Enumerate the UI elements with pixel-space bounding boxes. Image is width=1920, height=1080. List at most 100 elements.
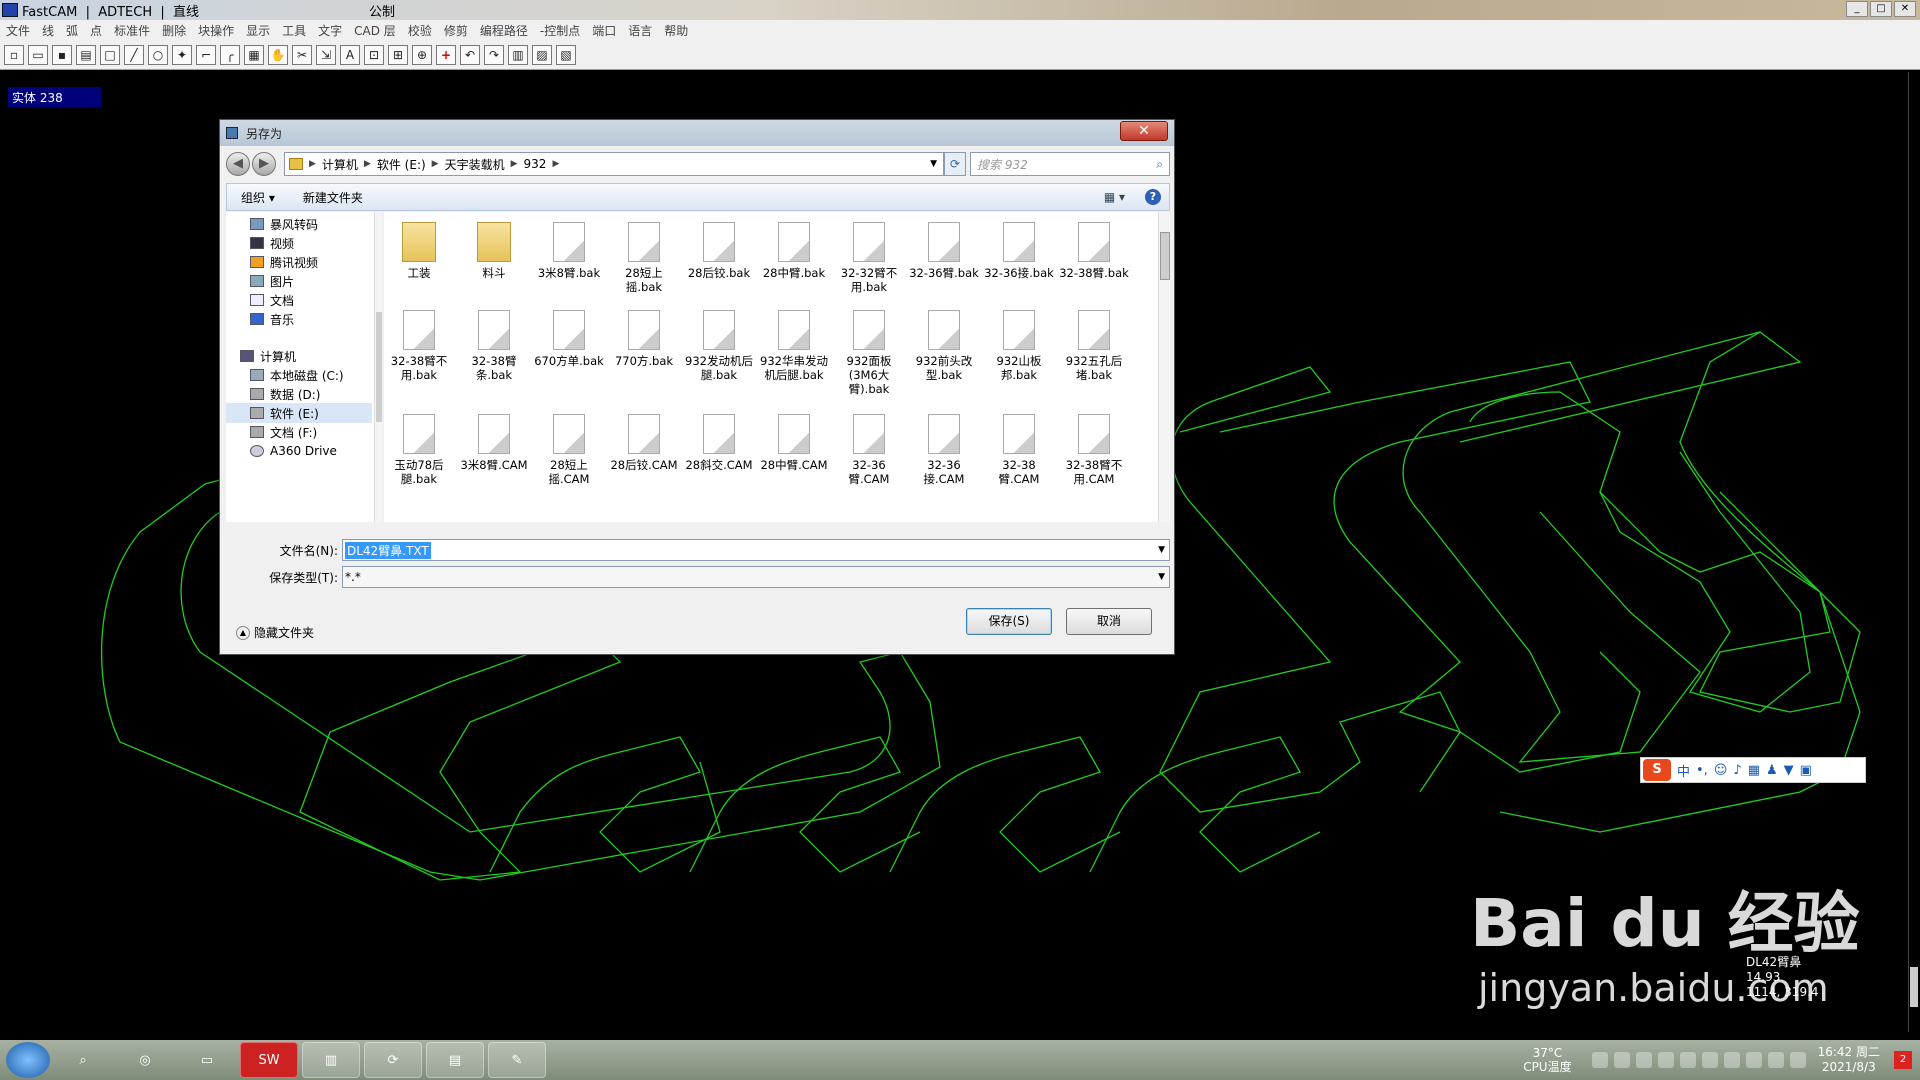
menu-control-points[interactable]: -控制点 (534, 22, 586, 39)
file-item[interactable]: 28短上摇.bak (609, 222, 679, 294)
canvas-vertical-scrollbar[interactable] (1908, 72, 1918, 1032)
filename-input[interactable]: DL42臂鼻.TXT ▼ (342, 539, 1170, 561)
scrollbar-thumb[interactable] (376, 312, 382, 422)
shirt-icon[interactable]: ▼ (1784, 763, 1794, 778)
nav-item-tencent-video[interactable]: 腾讯视频 (250, 252, 318, 272)
menu-standard-parts[interactable]: 标准件 (108, 22, 156, 39)
paint-icon[interactable]: ✎ (488, 1042, 546, 1078)
tray-app-icon[interactable] (1745, 1052, 1762, 1068)
menu-delete[interactable]: 删除 (156, 22, 192, 39)
minimize-button[interactable]: _ (1846, 1, 1868, 17)
fastcam-icon[interactable]: ▤ (426, 1042, 484, 1078)
nav-item-drive-e[interactable]: 软件 (E:) (226, 403, 372, 423)
print-icon[interactable]: ▤ (76, 44, 96, 65)
file-item[interactable]: 28中臂.bak (759, 222, 829, 280)
file-item[interactable]: 932五孔后堵.bak (1059, 310, 1129, 382)
file-item[interactable]: 670方单.bak (534, 310, 604, 368)
add-icon[interactable]: + (436, 44, 456, 65)
fillet-icon[interactable]: ╭ (220, 44, 240, 65)
file-item[interactable]: 932前头改型.bak (909, 310, 979, 382)
text-icon[interactable]: A (340, 44, 360, 65)
hand-icon[interactable]: ✋ (268, 44, 288, 65)
menu-display[interactable]: 显示 (240, 22, 276, 39)
scrollbar-thumb[interactable] (1160, 232, 1170, 280)
close-window-button[interactable]: ✕ (1894, 1, 1916, 17)
output-icon[interactable]: ▧ (556, 44, 576, 65)
menu-file[interactable]: 文件 (0, 22, 36, 39)
view-options-icon[interactable]: ▦ ▾ (1104, 190, 1125, 204)
point-icon[interactable]: ✦ (172, 44, 192, 65)
file-item[interactable]: 玉动78后腿.bak (384, 414, 454, 486)
redo-icon[interactable]: ↷ (484, 44, 504, 65)
file-item[interactable]: 28后铰.bak (684, 222, 754, 280)
volume-icon[interactable] (1789, 1052, 1806, 1068)
scrollbar-thumb[interactable] (1910, 967, 1918, 1007)
tray-app-icon[interactable] (1635, 1052, 1652, 1068)
organize-button[interactable]: 组织 ▾ (227, 189, 289, 206)
chevron-down-icon[interactable]: ▼ (1158, 572, 1165, 582)
address-bar[interactable]: ▶ 计算机 ▶ 软件 (E:) ▶ 天宇装载机 ▶ 932 ▶ ▼ (284, 152, 944, 176)
start-button[interactable] (6, 1042, 50, 1078)
browser-icon[interactable]: ◎ (116, 1042, 174, 1078)
clock[interactable]: 16:42 周二 2021/8/3 (1818, 1045, 1880, 1075)
new-file-icon[interactable]: ▫ (4, 44, 24, 65)
chart-icon[interactable]: ▨ (532, 44, 552, 65)
chevron-down-icon[interactable]: ▼ (930, 159, 937, 169)
file-item[interactable]: 32-38臂不用.bak (384, 310, 454, 382)
menu-verify[interactable]: 校验 (402, 22, 438, 39)
ime-mode[interactable]: 中 (1677, 761, 1690, 780)
microphone-icon[interactable]: ♪ (1733, 763, 1741, 778)
file-item[interactable]: 32-36臂.CAM (834, 414, 904, 486)
nav-item-a360[interactable]: A360 Drive (250, 441, 337, 461)
back-button[interactable]: ◀ (226, 152, 250, 176)
filename-value[interactable]: DL42臂鼻.TXT (345, 541, 431, 559)
nav-item-documents[interactable]: 文档 (250, 290, 294, 310)
tray-app-icon[interactable] (1701, 1052, 1718, 1068)
file-item[interactable]: 32-38臂不用.CAM (1059, 414, 1129, 486)
file-item[interactable]: 932山板邦.bak (984, 310, 1054, 382)
cancel-button[interactable]: 取消 (1066, 608, 1152, 635)
file-item[interactable]: 32-38臂.CAM (984, 414, 1054, 486)
menu-block[interactable]: 块操作 (192, 22, 240, 39)
breadcrumb-item[interactable]: 软件 (E:) (377, 156, 426, 173)
chamfer-icon[interactable]: ⌐ (196, 44, 216, 65)
keyboard-icon[interactable]: ▦ (1748, 763, 1760, 778)
file-item[interactable]: 28斜交.CAM (684, 414, 754, 472)
nav-item-drive-d[interactable]: 数据 (D:) (250, 384, 320, 404)
menu-language[interactable]: 语言 (622, 22, 658, 39)
file-item[interactable]: 32-36接.bak (984, 222, 1054, 280)
fill-icon[interactable]: ▦ (244, 44, 264, 65)
nav-item-videos[interactable]: 视频 (250, 233, 294, 253)
help-icon[interactable]: ? (1145, 189, 1161, 205)
breadcrumb-item[interactable]: 计算机 (322, 156, 358, 173)
hide-folders-toggle[interactable]: ▲ 隐藏文件夹 (236, 624, 314, 641)
tray-app-icon[interactable] (1657, 1052, 1674, 1068)
zoom-window-icon[interactable]: ⊡ (364, 44, 384, 65)
menu-point[interactable]: 点 (84, 22, 108, 39)
tray-app-icon[interactable] (1613, 1052, 1630, 1068)
save-icon[interactable]: ▪ (52, 44, 72, 65)
notification-icon[interactable]: 2 (1894, 1051, 1912, 1069)
tray-app-icon[interactable] (1723, 1052, 1740, 1068)
emoji-icon[interactable]: ☺ (1714, 763, 1728, 778)
file-item[interactable]: 770方.bak (609, 310, 679, 368)
save-button[interactable]: 保存(S) (966, 608, 1052, 635)
punctuation-icon[interactable]: •, (1696, 763, 1708, 778)
forward-button[interactable]: ▶ (252, 152, 276, 176)
explorer-icon[interactable]: ▥ (302, 1042, 360, 1078)
refresh-app-icon[interactable]: ⟳ (364, 1042, 422, 1078)
path-icon[interactable]: ▥ (508, 44, 528, 65)
file-item[interactable]: 932面板(3M6大臂).bak (834, 310, 904, 396)
circle-icon[interactable]: ○ (148, 44, 168, 65)
menu-line[interactable]: 线 (36, 22, 60, 39)
rectangle-icon[interactable]: □ (100, 44, 120, 65)
solidworks-icon[interactable]: SW (240, 1042, 298, 1078)
menu-trim[interactable]: 修剪 (438, 22, 474, 39)
menu-cad-layer[interactable]: CAD 层 (348, 22, 402, 39)
line-icon[interactable]: ╱ (124, 44, 144, 65)
menu-tools[interactable]: 工具 (276, 22, 312, 39)
nav-item-drive-f[interactable]: 文档 (F:) (250, 422, 317, 442)
nav-item-drive-c[interactable]: 本地磁盘 (C:) (250, 365, 344, 385)
search-input[interactable]: 搜索 932 ⌕ (970, 152, 1170, 176)
file-list-scrollbar[interactable] (1158, 212, 1170, 522)
